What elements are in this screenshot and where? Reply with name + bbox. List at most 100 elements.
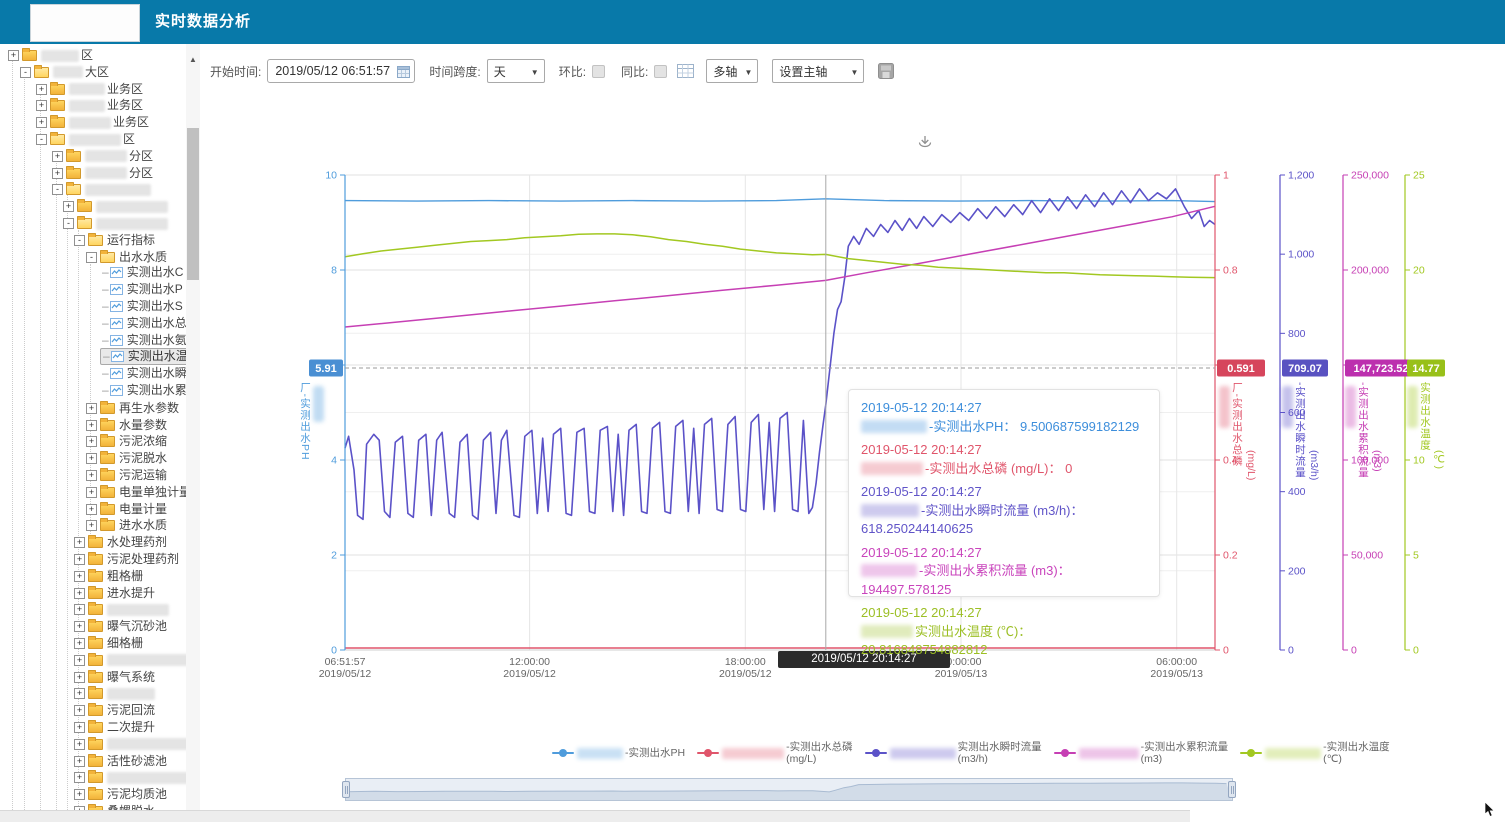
- yoy-compare-checkbox[interactable]: [654, 65, 667, 78]
- tree-item[interactable]: -: [0, 214, 172, 231]
- expand-icon[interactable]: +: [74, 554, 85, 565]
- tree-item[interactable]: +: [0, 735, 199, 752]
- tree-item-实测出水瞬[interactable]: –实测出水瞬: [0, 365, 189, 382]
- tree-item-分区[interactable]: +分区: [0, 164, 155, 181]
- expand-icon[interactable]: +: [86, 436, 97, 447]
- tree-item[interactable]: +: [0, 684, 159, 701]
- expand-icon[interactable]: +: [74, 722, 85, 733]
- tree-item-曝气沉砂池[interactable]: +曝气沉砂池: [0, 617, 169, 634]
- legend-item--实测出水总磷[interactable]: -实测出水总磷(mg/L): [697, 741, 853, 765]
- expand-icon[interactable]: +: [52, 151, 63, 162]
- datazoom-slider[interactable]: [345, 778, 1233, 801]
- tree-item-污泥处理药剂[interactable]: +污泥处理药剂: [0, 550, 181, 567]
- time-span-select[interactable]: 天 ▼: [487, 59, 545, 83]
- tree-item-污泥浓缩[interactable]: +污泥浓缩: [0, 432, 169, 449]
- download-icon[interactable]: [916, 133, 934, 151]
- expand-icon[interactable]: +: [74, 588, 85, 599]
- tree-item[interactable]: -: [0, 180, 155, 197]
- expand-icon[interactable]: +: [36, 100, 47, 111]
- collapse-icon[interactable]: -: [74, 235, 85, 246]
- tree-item-曝气系统[interactable]: +曝气系统: [0, 668, 157, 685]
- expand-icon[interactable]: +: [74, 638, 85, 649]
- save-image-icon[interactable]: [878, 63, 894, 79]
- expand-icon[interactable]: +: [63, 201, 74, 212]
- tree-item-实测出水S[interactable]: –实测出水S: [0, 298, 185, 315]
- tree-item-污泥脱水[interactable]: +污泥脱水: [0, 449, 169, 466]
- sidebar-scrollbar-thumb[interactable]: [187, 128, 199, 280]
- tree-item[interactable]: +: [0, 768, 199, 785]
- tree-item-再生水参数[interactable]: +再生水参数: [0, 399, 181, 416]
- expand-icon[interactable]: +: [74, 688, 85, 699]
- tree-item-业务区[interactable]: +业务区: [0, 80, 145, 97]
- collapse-icon[interactable]: -: [36, 134, 47, 145]
- expand-icon[interactable]: +: [52, 168, 63, 179]
- tree-item-水处理药剂[interactable]: +水处理药剂: [0, 533, 169, 550]
- tree-item-水量参数[interactable]: +水量参数: [0, 416, 169, 433]
- tree-item-实测出水P[interactable]: –实测出水P: [0, 281, 185, 298]
- expand-icon[interactable]: +: [74, 739, 85, 750]
- tree-item-污泥运输[interactable]: +污泥运输: [0, 466, 169, 483]
- tree-item-电量计量[interactable]: +电量计量: [0, 500, 169, 517]
- expand-icon[interactable]: +: [74, 705, 85, 716]
- tree-item-电量单独计量[interactable]: +电量单独计量: [0, 483, 193, 500]
- scrollbar-up-icon[interactable]: ▲: [186, 52, 200, 68]
- expand-icon[interactable]: +: [74, 537, 85, 548]
- tree-item-叠螺脱水[interactable]: +叠螺脱水: [0, 802, 157, 810]
- tree-item-实测出水总[interactable]: –实测出水总: [0, 315, 189, 332]
- tree-item-活性砂滤池[interactable]: +活性砂滤池: [0, 752, 169, 769]
- tree-item[interactable]: +: [0, 197, 172, 214]
- expand-icon[interactable]: +: [74, 789, 85, 800]
- expand-icon[interactable]: +: [74, 571, 85, 582]
- collapse-icon[interactable]: -: [86, 252, 97, 263]
- datazoom-right-handle[interactable]: [1228, 781, 1236, 798]
- calendar-icon[interactable]: [397, 65, 410, 78]
- tree-item-大区[interactable]: -大区: [0, 63, 111, 80]
- legend-item-实测出水瞬时流量[interactable]: 实测出水瞬时流量(m3/h): [865, 741, 1042, 765]
- expand-icon[interactable]: +: [74, 604, 85, 615]
- expand-icon[interactable]: +: [86, 470, 97, 481]
- expand-icon[interactable]: +: [8, 50, 19, 61]
- tree-item-运行指标[interactable]: -运行指标: [0, 231, 157, 248]
- tree-item-区[interactable]: +区: [0, 46, 95, 63]
- sidebar-tree[interactable]: +区-大区+业务区+业务区+业务区-区+分区+分区-+--运行指标-出水水质–实…: [0, 44, 203, 810]
- expand-icon[interactable]: +: [74, 756, 85, 767]
- tree-item-实测出水C[interactable]: –实测出水C: [0, 264, 185, 281]
- expand-icon[interactable]: +: [36, 117, 47, 128]
- horizontal-scrollbar[interactable]: [0, 810, 1190, 822]
- expand-icon[interactable]: +: [86, 487, 97, 498]
- tree-item-进水水质[interactable]: +进水水质: [0, 516, 169, 533]
- tree-item-实测出水氨[interactable]: –实测出水氨: [0, 332, 189, 349]
- expand-icon[interactable]: +: [86, 453, 97, 464]
- tree-item-分区[interactable]: +分区: [0, 147, 155, 164]
- tree-item-业务区[interactable]: +业务区: [0, 96, 145, 113]
- tree-item-二次提升[interactable]: +二次提升: [0, 718, 157, 735]
- axis-mode-select[interactable]: 多轴 ▼: [706, 59, 758, 83]
- tree-item-污泥回流[interactable]: +污泥回流: [0, 701, 157, 718]
- tree-item-区[interactable]: -区: [0, 130, 137, 147]
- expand-icon[interactable]: +: [74, 655, 85, 666]
- tree-item[interactable]: +: [0, 651, 195, 668]
- expand-icon[interactable]: +: [86, 504, 97, 515]
- tree-item-进水提升[interactable]: +进水提升: [0, 584, 157, 601]
- main-axis-select[interactable]: 设置主轴 ▼: [772, 59, 864, 83]
- start-time-input[interactable]: [267, 59, 415, 83]
- expand-icon[interactable]: +: [74, 772, 85, 783]
- legend-item--实测出水累积流量[interactable]: -实测出水累积流量(m3): [1054, 741, 1229, 765]
- expand-icon[interactable]: +: [86, 420, 97, 431]
- table-grid-icon[interactable]: [677, 64, 694, 78]
- expand-icon[interactable]: +: [86, 403, 97, 414]
- tree-item-细格栅[interactable]: +细格栅: [0, 634, 145, 651]
- tree-item-业务区[interactable]: +业务区: [0, 113, 151, 130]
- collapse-icon[interactable]: -: [20, 67, 31, 78]
- tree-item-实测出水累[interactable]: –实测出水累: [0, 382, 189, 399]
- expand-icon[interactable]: +: [86, 520, 97, 531]
- tree-item-出水水质[interactable]: -出水水质: [0, 248, 169, 265]
- collapse-icon[interactable]: -: [63, 218, 74, 229]
- expand-icon[interactable]: +: [74, 672, 85, 683]
- ring-compare-checkbox[interactable]: [592, 65, 605, 78]
- datazoom-left-handle[interactable]: [342, 781, 350, 798]
- legend-item--实测出水PH[interactable]: -实测出水PH: [552, 747, 685, 759]
- tree-item-实测出水温[interactable]: –实测出水温: [0, 348, 203, 365]
- tree-item[interactable]: +: [0, 600, 173, 617]
- collapse-icon[interactable]: -: [52, 184, 63, 195]
